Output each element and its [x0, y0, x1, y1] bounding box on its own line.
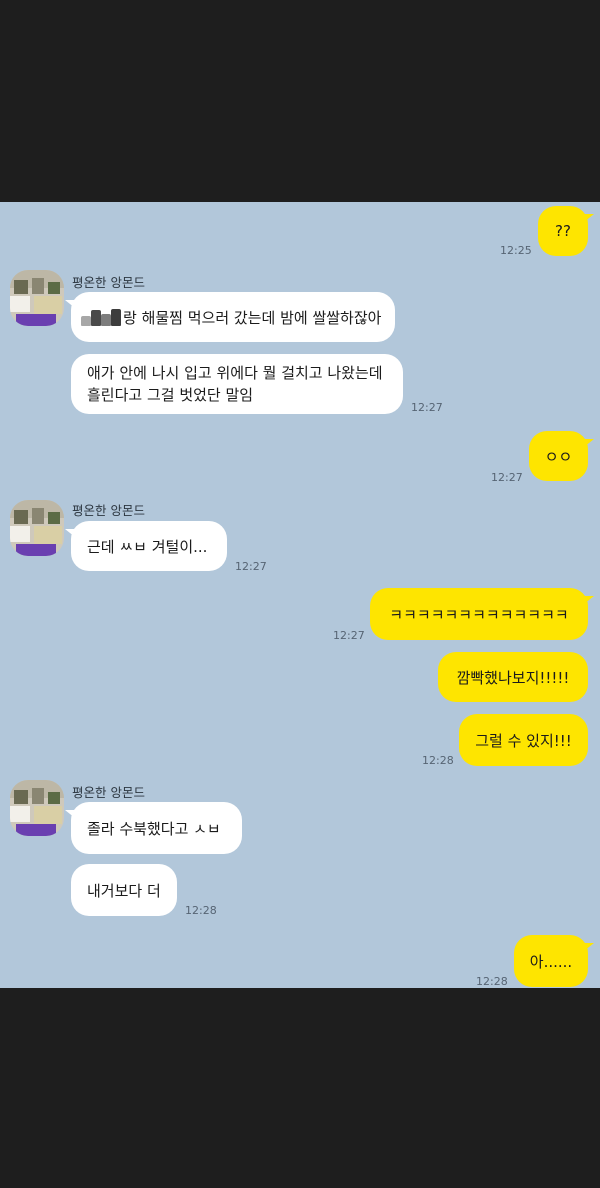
outgoing-message-bubble[interactable]: 깜빡했나보지!!!!!	[438, 652, 588, 702]
incoming-message-bubble[interactable]: 애가 안에 나시 입고 위에다 뭘 걸치고 나왔는데 흘린다고 그걸 벗었단 말…	[71, 354, 403, 414]
message-text: ㅋㅋㅋㅋㅋㅋㅋㅋㅋㅋㅋㅋㅋ	[389, 605, 569, 624]
outgoing-message-bubble[interactable]: ㅇㅇ	[529, 431, 594, 481]
message-time: 12:28	[185, 904, 217, 917]
message-text: 그럴 수 있지!!!	[475, 731, 572, 750]
sender-name: 평온한 앙몬드	[72, 503, 145, 518]
message-time: 12:27	[411, 401, 443, 414]
message-time: 12:25	[500, 244, 532, 257]
message-time: 12:27	[333, 629, 365, 642]
message-time: 12:28	[476, 975, 508, 988]
message-text-line: 애가 안에 나시 입고 위에다 뭘 걸치고 나왔는데	[87, 364, 383, 382]
message-text: 깜빡했나보지!!!!!	[456, 668, 570, 687]
sender-avatar[interactable]	[10, 780, 64, 836]
inline-image-icon[interactable]	[81, 308, 121, 326]
incoming-message-bubble[interactable]: 내거보다 더	[71, 864, 177, 916]
incoming-message-bubble[interactable]: 랑 해물찜 먹으러 갔는데 밤에 쌀쌀하잖아	[65, 292, 395, 342]
bottom-letterbox	[0, 988, 600, 1188]
message-text-line: 흘린다고 그걸 벗었단 말임	[87, 386, 254, 404]
message-text: 아......	[529, 952, 573, 971]
message-text: 내거보다 더	[87, 881, 161, 900]
message-text: 근데 ㅆㅂ 겨털이...	[87, 537, 208, 556]
incoming-message-bubble[interactable]: 졸라 수북했다고 ㅅㅂ	[65, 802, 242, 854]
message-time: 12:27	[235, 560, 267, 573]
outgoing-message-bubble[interactable]: ㅋㅋㅋㅋㅋㅋㅋㅋㅋㅋㅋㅋㅋ	[370, 588, 594, 640]
sender-name: 평온한 앙몬드	[72, 275, 145, 290]
top-letterbox	[0, 0, 600, 202]
outgoing-message-bubble[interactable]: 그럴 수 있지!!!	[459, 714, 588, 766]
message-time: 12:27	[491, 471, 523, 484]
message-text: ??	[555, 222, 571, 240]
outgoing-message-bubble[interactable]: ??	[538, 206, 594, 256]
message-text: ㅇㅇ	[544, 447, 573, 466]
sender-avatar[interactable]	[10, 500, 64, 556]
sender-avatar[interactable]	[10, 270, 64, 326]
chat-room[interactable]: ?? 12:25 평온한 앙몬드 랑 해물찜 먹으러 갔는데 밤에 쌀쌀하잖아 …	[0, 202, 600, 988]
incoming-message-bubble[interactable]: 근데 ㅆㅂ 겨털이...	[65, 521, 227, 571]
outgoing-message-bubble[interactable]: 아......	[514, 935, 594, 987]
message-text: 졸라 수북했다고 ㅅㅂ	[87, 819, 221, 838]
message-text: 랑 해물찜 먹으러 갔는데 밤에 쌀쌀하잖아	[123, 308, 382, 327]
sender-name: 평온한 앙몬드	[72, 785, 145, 800]
message-time: 12:28	[422, 754, 454, 767]
